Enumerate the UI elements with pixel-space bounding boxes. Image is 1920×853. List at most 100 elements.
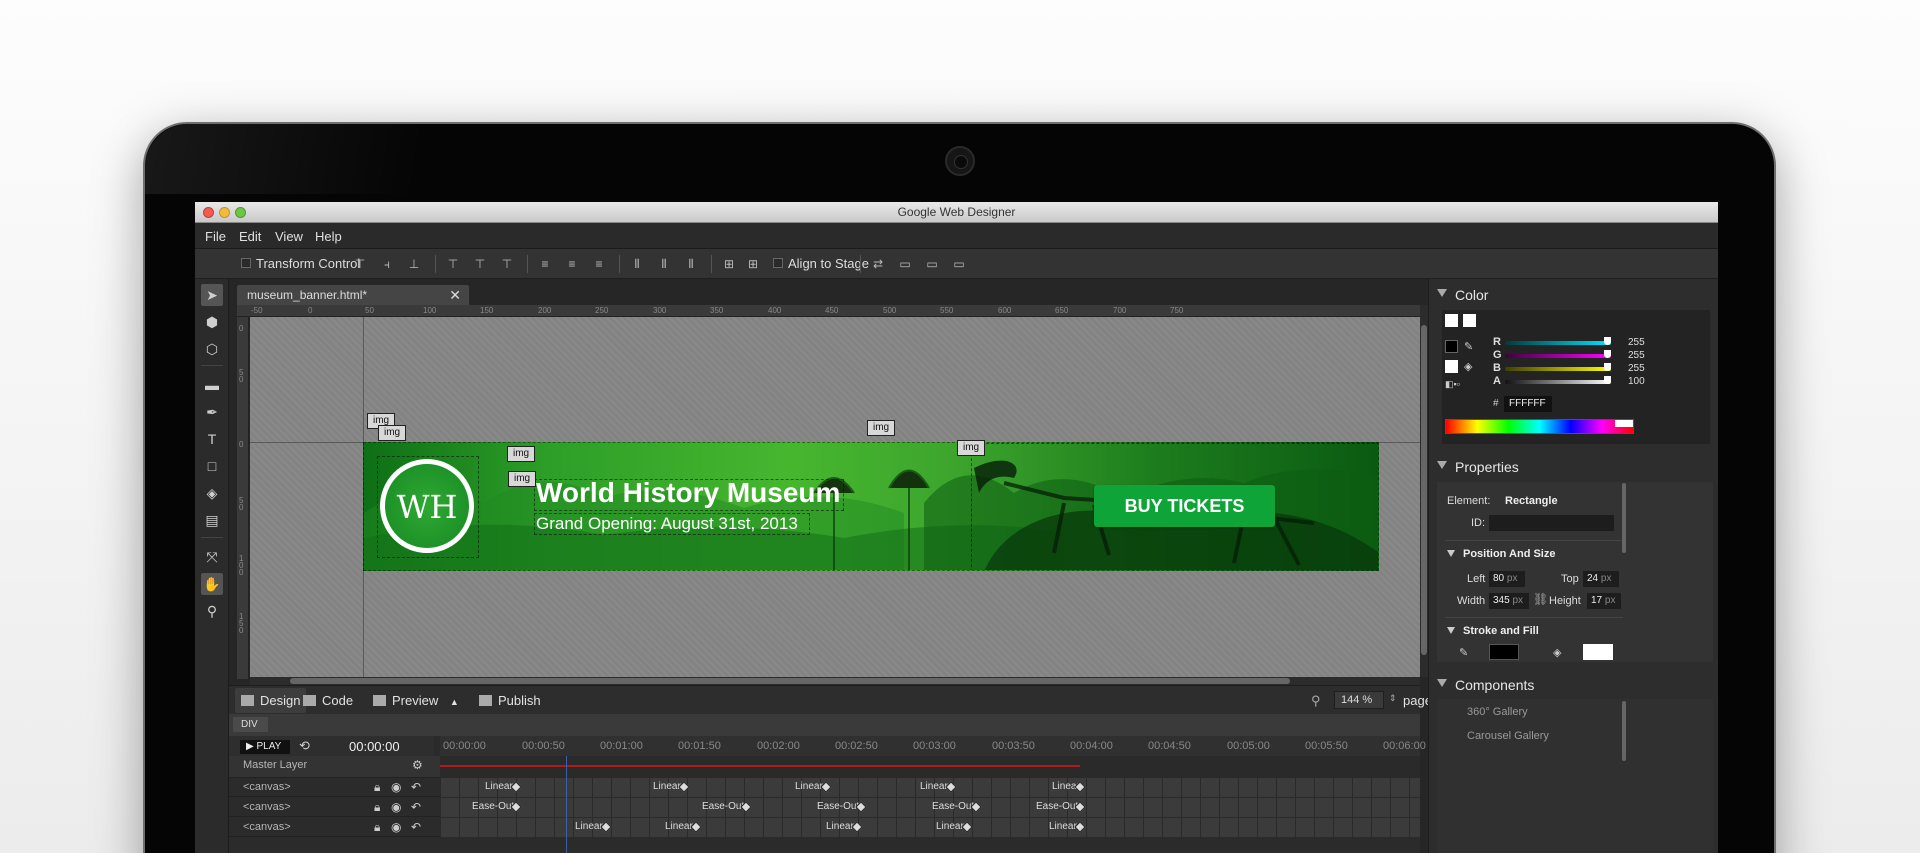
menu-help[interactable]: Help: [315, 229, 342, 244]
preview-dropdown-icon[interactable]: ▲: [450, 697, 459, 707]
alpha-channel-slider[interactable]: [1505, 380, 1611, 384]
layer-row[interactable]: <canvas> 🔒︎ ◉ ↶ Linear Linear Linear Lin…: [229, 818, 1420, 837]
publish-button[interactable]: Publish: [479, 693, 541, 708]
design-view-button[interactable]: Design: [235, 688, 307, 713]
fill-color-swatch[interactable]: [1445, 360, 1458, 373]
breadcrumb-div[interactable]: DIV: [233, 717, 268, 732]
hand-tool-icon[interactable]: ✋: [201, 573, 223, 595]
distribute-middle-icon[interactable]: ≡: [564, 256, 580, 272]
distribute-center-icon[interactable]: ⫴: [656, 256, 672, 272]
hex-input[interactable]: FFFFFF: [1504, 396, 1552, 412]
scrollbar-thumb[interactable]: [1421, 325, 1427, 655]
match-height-icon[interactable]: ⊞: [745, 256, 761, 272]
preview-button[interactable]: Preview ▲: [373, 693, 459, 708]
lock-icon[interactable]: 🔒︎: [374, 800, 380, 815]
component-item[interactable]: 360° Gallery: [1467, 706, 1528, 718]
stroke-swatch[interactable]: [1445, 314, 1458, 327]
zoom-stepper-icon[interactable]: ⇕: [1389, 693, 1397, 704]
slider-handle[interactable]: [1604, 350, 1611, 358]
height-input[interactable]: 17 px: [1587, 593, 1621, 609]
align-right-icon[interactable]: ⊤: [499, 256, 515, 272]
undo-icon[interactable]: ↶: [411, 780, 421, 794]
stroke-tool-icon[interactable]: ▤: [201, 509, 223, 531]
green-channel-value[interactable]: 255: [1628, 350, 1645, 361]
stage-horizontal-scrollbar[interactable]: [250, 677, 1420, 685]
design-stage[interactable]: WH World History Museum Grand Opening: A…: [250, 317, 1420, 677]
eye-icon[interactable]: ◉: [391, 820, 401, 834]
device-preview-icon[interactable]: ▭: [897, 256, 913, 272]
alpha-channel-value[interactable]: 100: [1628, 376, 1645, 387]
stage-vertical-scrollbar[interactable]: [1420, 305, 1428, 677]
undo-icon[interactable]: ↶: [411, 800, 421, 814]
zoom-level-input[interactable]: 144 %: [1334, 691, 1384, 709]
align-top-icon[interactable]: ⊤: [352, 256, 368, 272]
3d-rotation-tool-icon[interactable]: ⬡: [201, 338, 223, 360]
lock-icon[interactable]: 🔒︎: [374, 820, 380, 835]
img-tag-label[interactable]: img: [508, 471, 537, 487]
component-item[interactable]: Carousel Gallery: [1467, 730, 1549, 742]
share-icon[interactable]: ▭: [951, 256, 967, 272]
green-channel-slider[interactable]: [1505, 354, 1611, 358]
playhead[interactable]: [566, 756, 567, 853]
red-channel-value[interactable]: 255: [1628, 337, 1645, 348]
text-tool-icon[interactable]: T: [201, 428, 223, 450]
img-tag-label[interactable]: img: [867, 420, 896, 436]
transform-control-checkbox[interactable]: [241, 258, 251, 268]
undo-icon[interactable]: ↶: [411, 820, 421, 834]
position-size-header[interactable]: Position And Size: [1447, 548, 1556, 560]
lock-icon[interactable]: 🔒︎: [374, 780, 380, 795]
distribute-left-icon[interactable]: ⫴: [629, 256, 645, 272]
stroke-color-swatch[interactable]: [1445, 340, 1458, 353]
layer-track[interactable]: Ease-Out Ease-Out Ease-Out Ease-Out Ease…: [440, 798, 1420, 817]
img-tag-label[interactable]: img: [378, 425, 407, 441]
loop-icon[interactable]: ⟲: [299, 738, 310, 754]
gear-icon[interactable]: ⚙: [412, 758, 423, 772]
play-button[interactable]: ▶ PLAY: [240, 740, 290, 754]
menu-view[interactable]: View: [275, 229, 303, 244]
timeline-ruler[interactable]: 00:00:00 00:00:50 00:01:00 00:01:50 00:0…: [440, 736, 1426, 756]
menu-edit[interactable]: Edit: [239, 229, 261, 244]
tag-tool-icon[interactable]: ▬: [201, 374, 223, 396]
align-bottom-icon[interactable]: ⊥: [406, 256, 422, 272]
close-tab-icon[interactable]: ✕: [449, 287, 461, 304]
slider-handle[interactable]: [1604, 363, 1611, 371]
distribute-right-icon[interactable]: ⫴: [683, 256, 699, 272]
scrollbar-thumb[interactable]: [290, 678, 1290, 684]
align-left-icon[interactable]: ⊤: [445, 256, 461, 272]
blue-channel-slider[interactable]: [1505, 367, 1611, 371]
components-scrollbar[interactable]: [1622, 701, 1626, 761]
fill-bucket-tool-icon[interactable]: ◈: [201, 482, 223, 504]
3d-object-tool-icon[interactable]: ⬢: [201, 311, 223, 333]
link-icon[interactable]: ⛓: [1533, 592, 1548, 606]
pencil-icon[interactable]: ✎: [1464, 340, 1473, 353]
swap-colors-icon[interactable]: ◧▪▫: [1445, 379, 1460, 390]
menu-file[interactable]: File: [205, 229, 226, 244]
code-view-button[interactable]: Code: [303, 693, 353, 708]
master-track[interactable]: [440, 756, 1420, 778]
color-panel-header[interactable]: Color: [1429, 282, 1718, 308]
publish-local-icon[interactable]: ⇄: [870, 256, 886, 272]
paint-bucket-icon[interactable]: ◈: [1464, 360, 1472, 373]
fill-swatch[interactable]: [1463, 314, 1476, 327]
layer-row[interactable]: <canvas> 🔒︎ ◉ ↶ Linear Linear Linear Lin…: [229, 778, 1420, 797]
components-panel-header[interactable]: Components: [1429, 672, 1718, 698]
layer-track[interactable]: Linear Linear Linear Linear Linear: [440, 778, 1420, 797]
properties-panel-header[interactable]: Properties: [1429, 454, 1718, 480]
zoom-tool-icon[interactable]: ⚲: [201, 600, 223, 622]
align-middle-icon[interactable]: ⫞: [379, 256, 395, 272]
layer-track[interactable]: Linear Linear Linear Linear Linear: [440, 818, 1420, 837]
color-spectrum[interactable]: [1445, 419, 1634, 434]
width-input[interactable]: 345 px: [1489, 593, 1529, 609]
left-input[interactable]: 80 px: [1489, 571, 1525, 587]
properties-scrollbar[interactable]: [1622, 483, 1626, 553]
blue-channel-value[interactable]: 255: [1628, 363, 1645, 374]
align-center-icon[interactable]: ⊤: [472, 256, 488, 272]
fill-color-picker[interactable]: [1583, 644, 1613, 660]
master-layer-row[interactable]: Master Layer ⚙: [229, 756, 1420, 778]
export-icon[interactable]: ▭: [924, 256, 940, 272]
img-tag-label[interactable]: img: [957, 440, 986, 456]
selection-tool-icon[interactable]: ➤: [201, 284, 223, 306]
id-input[interactable]: [1489, 515, 1614, 531]
spectrum-white-swatch[interactable]: [1615, 420, 1633, 427]
slider-handle[interactable]: [1604, 376, 1611, 384]
